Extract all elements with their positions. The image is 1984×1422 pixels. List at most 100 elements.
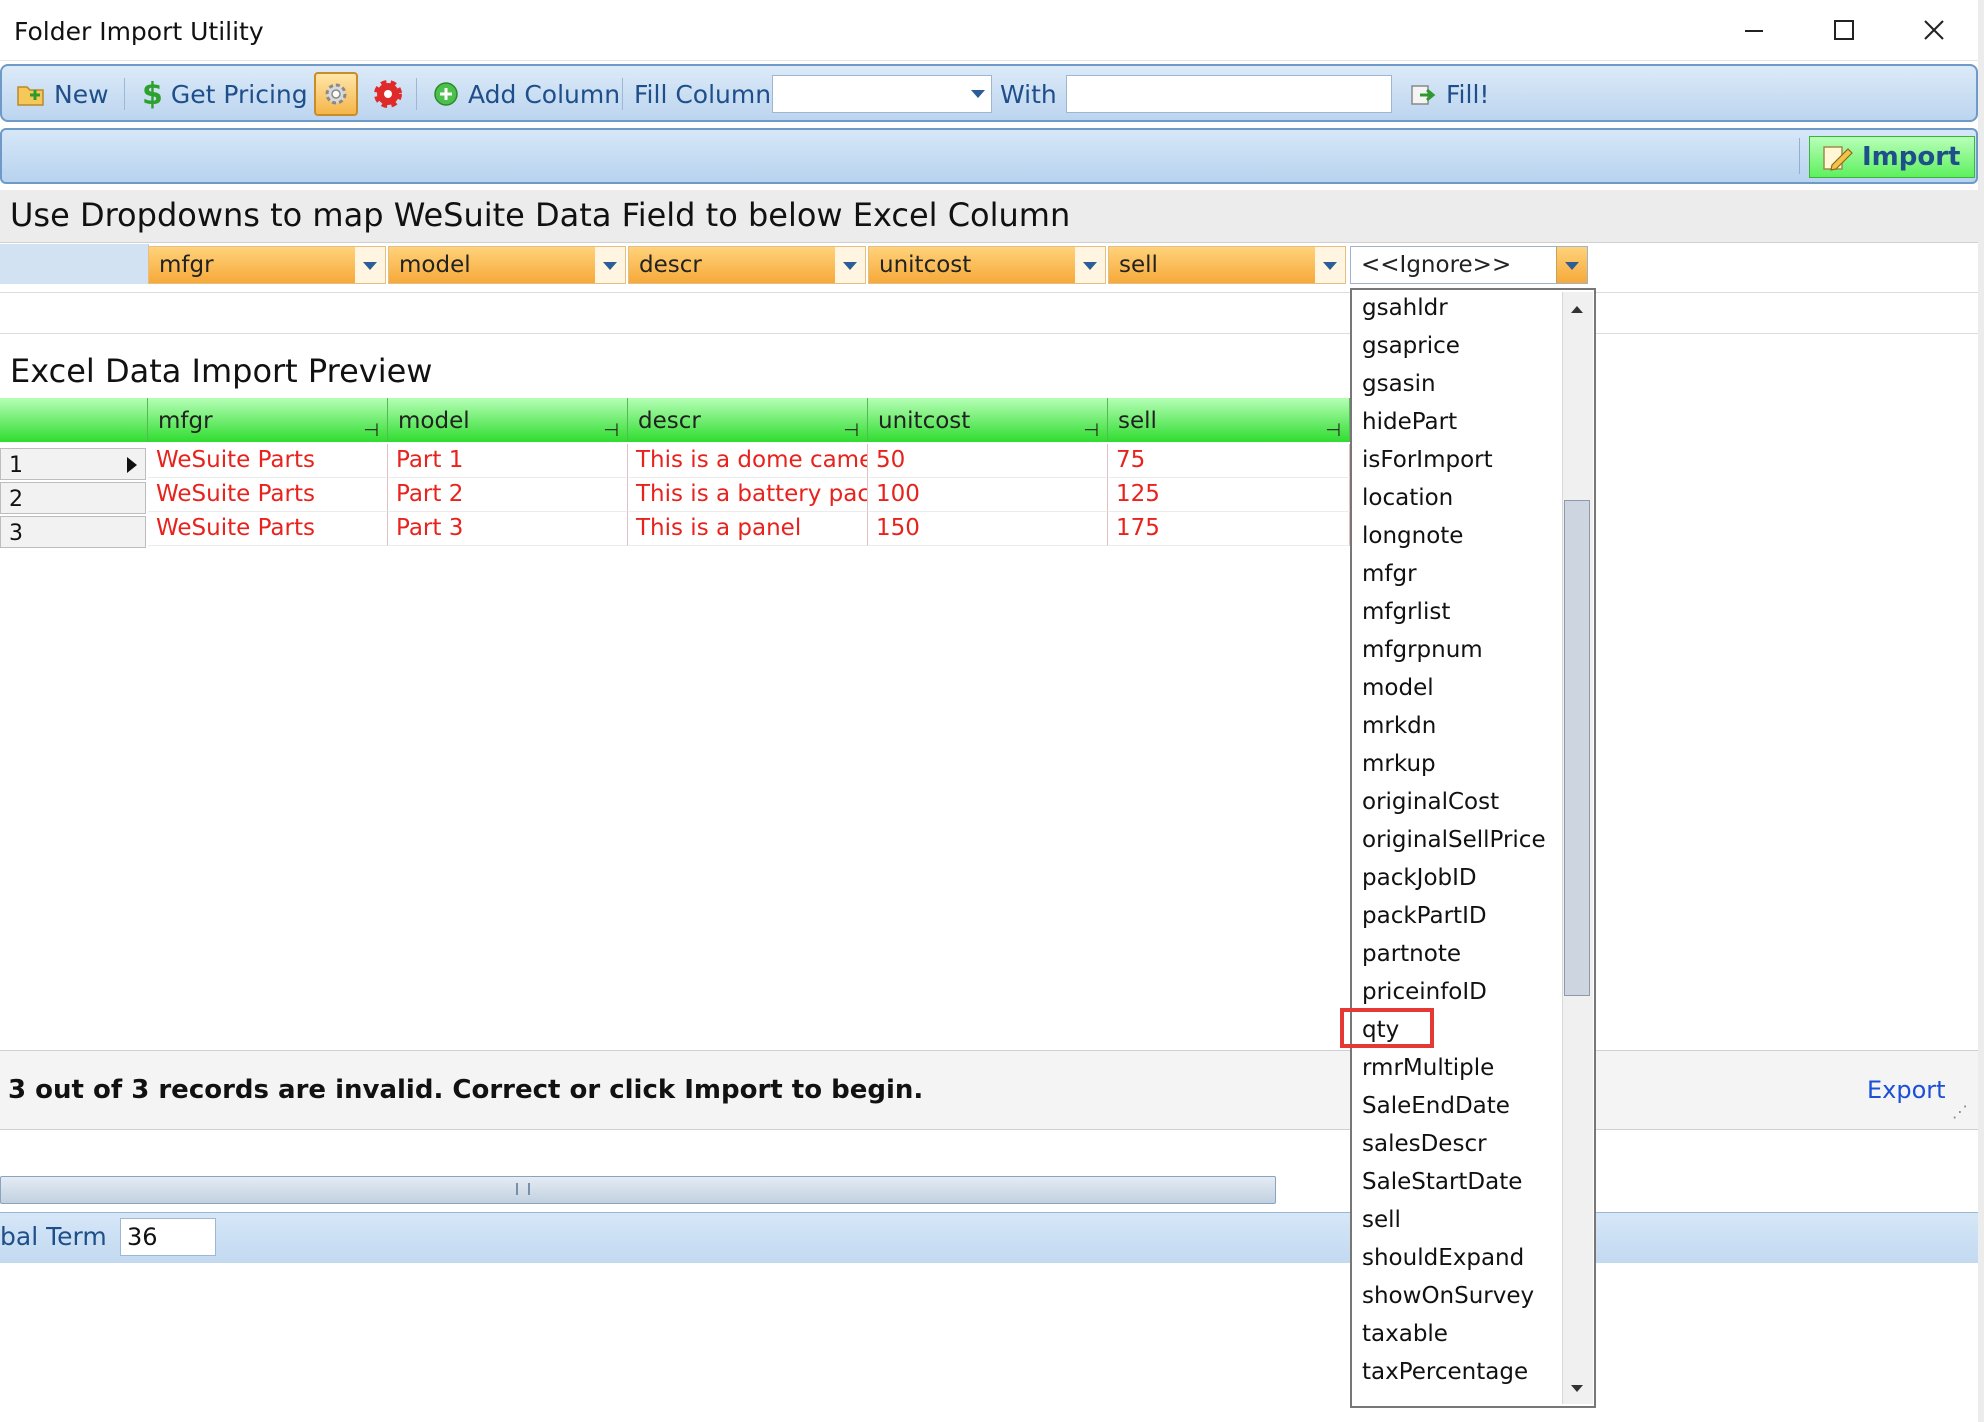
grid-corner-header (0, 398, 148, 442)
get-pricing-button[interactable]: $ Get Pricing (142, 76, 308, 112)
horizontal-scrollbar[interactable] (0, 1176, 1276, 1204)
dropdown-item-location[interactable]: location (1362, 480, 1453, 516)
table-cell[interactable]: This is a battery pack (628, 478, 868, 512)
table-cell[interactable]: Part 2 (388, 478, 628, 512)
dropdown-item-mfgrpnum[interactable]: mfgrpnum (1362, 632, 1483, 668)
bottom-bar (0, 1212, 1978, 1263)
dropdown-item-gsahldr[interactable]: gsahldr (1362, 290, 1448, 326)
dropdown-item-originalsellprice[interactable]: originalSellPrice (1362, 822, 1546, 858)
chevron-down-icon[interactable] (1556, 247, 1587, 283)
column-header-unitcost[interactable]: unitcost ⊣ (868, 398, 1108, 442)
add-column-button[interactable]: Add Column (432, 76, 620, 112)
table-cell[interactable]: This is a panel (628, 512, 868, 546)
dropdown-item-hidepart[interactable]: hidePart (1362, 404, 1457, 440)
dropdown-item-salesdescr[interactable]: salesDescr (1362, 1126, 1487, 1162)
table-cell[interactable]: 75 (1108, 444, 1350, 478)
dropdown-item-packjobid[interactable]: packJobID (1362, 860, 1477, 896)
column-header-mfgr[interactable]: mfgr ⊣ (148, 398, 388, 442)
dropdown-item-mfgr[interactable]: mfgr (1362, 556, 1417, 592)
table-cell[interactable]: This is a dome came... (628, 444, 868, 478)
column-header-model[interactable]: model ⊣ (388, 398, 628, 442)
table-cell[interactable]: WeSuite Parts (148, 512, 388, 546)
dropdown-item-priceinfoid[interactable]: priceinfoID (1362, 974, 1487, 1010)
mapping-select-value: <<Ignore>> (1361, 252, 1512, 278)
dropdown-item-mfgrlist[interactable]: mfgrlist (1362, 594, 1450, 630)
add-circle-icon (434, 82, 458, 106)
dropdown-item-rmrmultiple[interactable]: rmrMultiple (1362, 1050, 1494, 1086)
dropdown-item-sell[interactable]: sell (1362, 1202, 1401, 1238)
maximize-button[interactable] (1799, 0, 1889, 60)
column-header-label: sell (1118, 408, 1157, 434)
dropdown-item-gsasin[interactable]: gsasin (1362, 366, 1436, 402)
dropdown-item-taxable[interactable]: taxable (1362, 1316, 1448, 1352)
mapping-select-unitcost[interactable]: unitcost (868, 246, 1106, 284)
fill-button[interactable]: Fill! (1408, 76, 1489, 112)
settings-button[interactable] (314, 72, 358, 116)
mapping-title: Use Dropdowns to map WeSuite Data Field … (10, 196, 1071, 234)
dropdown-item-shouldexpand[interactable]: shouldExpand (1362, 1240, 1524, 1276)
fill-column-select[interactable] (772, 75, 992, 113)
toolbar-separator (416, 78, 417, 110)
table-cell[interactable]: Part 1 (388, 444, 628, 478)
with-input[interactable] (1066, 75, 1392, 113)
toolbar-separator (1799, 138, 1800, 174)
export-link[interactable]: Export (1867, 1076, 1946, 1104)
mapping-select-model[interactable]: model (388, 246, 626, 284)
dropdown-item-mrkdn[interactable]: mrkdn (1362, 708, 1436, 744)
dropdown-item-taxpercentage[interactable]: taxPercentage (1362, 1354, 1528, 1390)
resize-grip-icon[interactable]: ⋰ (1952, 1102, 1968, 1121)
mapping-select-sell[interactable]: sell (1108, 246, 1346, 284)
row-header[interactable]: 2 (0, 482, 146, 514)
add-column-label: Add Column (468, 79, 621, 109)
mapping-select-mfgr[interactable]: mfgr (148, 246, 386, 284)
table-cell[interactable]: WeSuite Parts (148, 444, 388, 478)
table-cell[interactable]: WeSuite Parts (148, 478, 388, 512)
table-cell[interactable]: 125 (1108, 478, 1350, 512)
column-header-sell[interactable]: sell ⊣ (1108, 398, 1350, 442)
column-header-descr[interactable]: descr ⊣ (628, 398, 868, 442)
dropdown-item-saleenddate[interactable]: SaleEndDate (1362, 1088, 1510, 1124)
dropdown-scroll-thumb[interactable] (1564, 500, 1590, 996)
qty-highlight-box (1340, 1008, 1434, 1048)
table-cell[interactable]: 175 (1108, 512, 1350, 546)
term-input[interactable]: 36 (120, 1218, 216, 1256)
dropdown-item-longnote[interactable]: longnote (1362, 518, 1463, 554)
row-header[interactable]: 1 (0, 448, 146, 480)
dropdown-item-model[interactable]: model (1362, 670, 1434, 706)
minimize-button[interactable] (1709, 0, 1799, 60)
row-number: 2 (9, 487, 23, 512)
row-header[interactable]: 3 (0, 516, 146, 548)
dropdown-item-packpartid[interactable]: packPartID (1362, 898, 1487, 934)
dropdown-item-mrkup[interactable]: mrkup (1362, 746, 1436, 782)
chevron-down-icon[interactable] (835, 247, 865, 283)
mapping-select-descr[interactable]: descr (628, 246, 866, 284)
import-label: Import (1862, 142, 1961, 172)
fill-icon (1411, 85, 1436, 105)
new-folder-icon (17, 86, 44, 106)
scrollbar-grip-icon (516, 1183, 530, 1195)
reset-settings-button[interactable] (368, 76, 408, 112)
scroll-down-button[interactable] (1566, 1378, 1588, 1400)
import-bar: Import (0, 128, 1978, 184)
dollar-icon: $ (142, 76, 163, 112)
chevron-down-icon[interactable] (1315, 247, 1345, 283)
chevron-down-icon[interactable] (1075, 247, 1105, 283)
table-cell[interactable]: 150 (868, 512, 1108, 546)
close-button[interactable] (1889, 0, 1979, 60)
dropdown-item-showonsurvey[interactable]: showOnSurvey (1362, 1278, 1534, 1314)
dropdown-item-salestartdate[interactable]: SaleStartDate (1362, 1164, 1522, 1200)
scroll-up-button[interactable] (1566, 298, 1588, 320)
table-cell[interactable]: 100 (868, 478, 1108, 512)
red-gear-icon (374, 80, 402, 108)
new-button[interactable]: New (16, 76, 109, 112)
dropdown-item-gsaprice[interactable]: gsaprice (1362, 328, 1460, 364)
import-button[interactable]: Import (1809, 136, 1975, 178)
chevron-down-icon[interactable] (355, 247, 385, 283)
table-cell[interactable]: 50 (868, 444, 1108, 478)
table-cell[interactable]: Part 3 (388, 512, 628, 546)
chevron-down-icon[interactable] (595, 247, 625, 283)
dropdown-item-isforimport[interactable]: isForImport (1362, 442, 1493, 478)
dropdown-item-originalcost[interactable]: originalCost (1362, 784, 1499, 820)
dropdown-item-partnote[interactable]: partnote (1362, 936, 1461, 972)
mapping-select-ignore[interactable]: <<Ignore>> (1350, 246, 1588, 284)
